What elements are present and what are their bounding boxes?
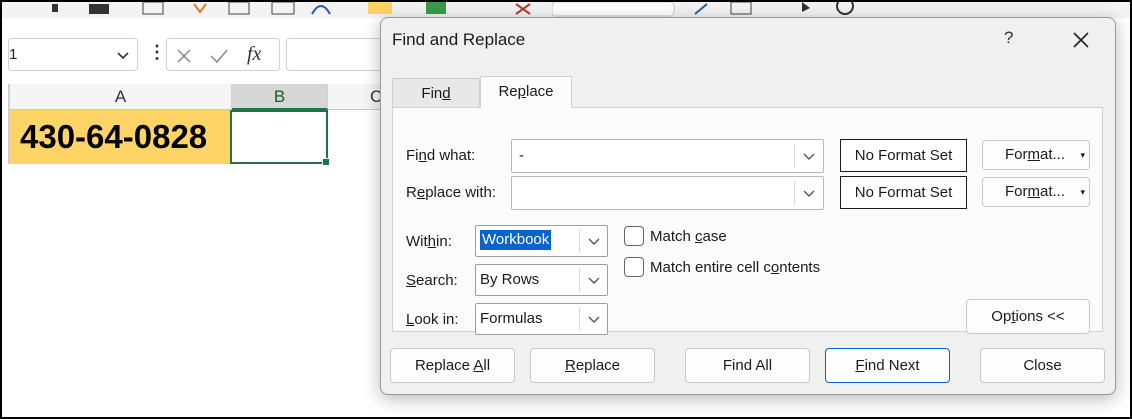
within-select[interactable]: Workbook — [475, 225, 608, 257]
ribbon-icon[interactable] — [512, 2, 536, 16]
formula-input[interactable] — [286, 38, 386, 71]
replace-format-button[interactable]: Format... ▾ — [982, 177, 1090, 207]
replace-button[interactable]: Replace — [530, 348, 655, 383]
cancel-icon[interactable] — [175, 47, 193, 65]
find-format-preview: No Format Set — [840, 139, 967, 172]
dropdown-arrow-icon[interactable]: ▾ — [1080, 178, 1085, 206]
tab-replace[interactable]: Replace — [480, 76, 572, 108]
dropdown-arrow-icon[interactable]: ▾ — [1080, 141, 1085, 169]
chevron-down-icon[interactable] — [586, 235, 602, 249]
insert-function-icon[interactable]: fx — [247, 43, 261, 66]
ribbon-icon[interactable] — [834, 2, 856, 16]
ribbon-icon[interactable] — [692, 2, 712, 16]
column-header-a[interactable]: A — [10, 84, 232, 110]
help-button[interactable]: ? — [1004, 28, 1013, 48]
cell-b1-selected[interactable] — [230, 110, 330, 166]
name-box[interactable]: 1 — [8, 38, 138, 71]
chevron-down-icon[interactable] — [801, 187, 817, 201]
formula-buttons: fx — [166, 38, 280, 71]
tab-find[interactable]: Find — [392, 78, 480, 108]
find-what-input[interactable]: - — [511, 139, 824, 173]
divider — [579, 229, 580, 253]
search-select[interactable]: By Rows — [475, 264, 608, 296]
find-what-value: - — [519, 147, 524, 164]
match-entire-checkbox[interactable] — [624, 257, 644, 277]
options-button[interactable]: Options << — [966, 299, 1090, 334]
ribbon-icon[interactable] — [50, 2, 60, 14]
divider — [579, 268, 580, 292]
search-label: Search: — [406, 272, 458, 289]
replace-with-input[interactable] — [511, 176, 824, 210]
replace-format-preview: No Format Set — [840, 176, 967, 209]
close-button[interactable]: Close — [980, 348, 1105, 383]
find-replace-dialog: Find and Replace ? Find Replace Find wha… — [380, 17, 1116, 395]
chevron-down-icon[interactable] — [586, 313, 602, 327]
look-in-label: Look in: — [406, 311, 459, 328]
more-options-icon[interactable]: ⋮ — [148, 42, 166, 63]
ribbon-icon[interactable] — [426, 2, 450, 16]
replace-with-label: Replace with: — [406, 184, 497, 201]
ribbon-icon[interactable] — [88, 2, 110, 16]
ribbon-icon[interactable] — [798, 2, 816, 16]
ribbon-icon[interactable] — [552, 2, 678, 18]
match-case-checkbox[interactable] — [624, 226, 644, 246]
chevron-down-icon[interactable] — [586, 274, 602, 288]
cell-a1[interactable]: 430-64-0828 — [10, 110, 232, 164]
ribbon-icon[interactable] — [270, 2, 296, 16]
chevron-down-icon[interactable] — [115, 49, 131, 63]
replace-all-button[interactable]: Replace All — [390, 348, 515, 383]
within-label: Within: — [406, 233, 452, 250]
replace-panel: Find what: - No Format Set Format... ▾ Re… — [392, 107, 1103, 335]
enter-check-icon[interactable] — [209, 47, 229, 65]
ribbon-icon[interactable] — [730, 2, 752, 16]
find-what-label: Find what: — [406, 147, 476, 164]
ribbon-icon[interactable] — [308, 2, 334, 16]
search-value: By Rows — [480, 271, 540, 288]
ribbon-strip — [2, 2, 1130, 18]
match-case-label[interactable]: Match case — [650, 228, 727, 245]
divider — [794, 181, 795, 205]
within-value: Workbook — [478, 229, 553, 251]
name-box-value: 1 — [9, 46, 18, 63]
find-all-button[interactable]: Find All — [685, 348, 810, 383]
ribbon-icon[interactable] — [368, 2, 394, 16]
look-in-value: Formulas — [480, 310, 543, 327]
close-icon[interactable] — [1070, 29, 1092, 51]
find-next-button[interactable]: Find Next — [825, 348, 950, 383]
ribbon-icon[interactable] — [142, 2, 164, 16]
column-header-b[interactable]: B — [232, 84, 328, 110]
look-in-select[interactable]: Formulas — [475, 303, 608, 335]
find-format-button[interactable]: Format... ▾ — [982, 140, 1090, 170]
ribbon-icon[interactable] — [192, 2, 208, 16]
divider — [794, 144, 795, 168]
dialog-title: Find and Replace — [392, 30, 526, 49]
ribbon-icon[interactable] — [228, 2, 250, 16]
match-entire-label[interactable]: Match entire cell contents — [650, 259, 820, 276]
divider — [579, 307, 580, 331]
chevron-down-icon[interactable] — [801, 150, 817, 164]
column-header-c[interactable]: C — [328, 84, 388, 110]
